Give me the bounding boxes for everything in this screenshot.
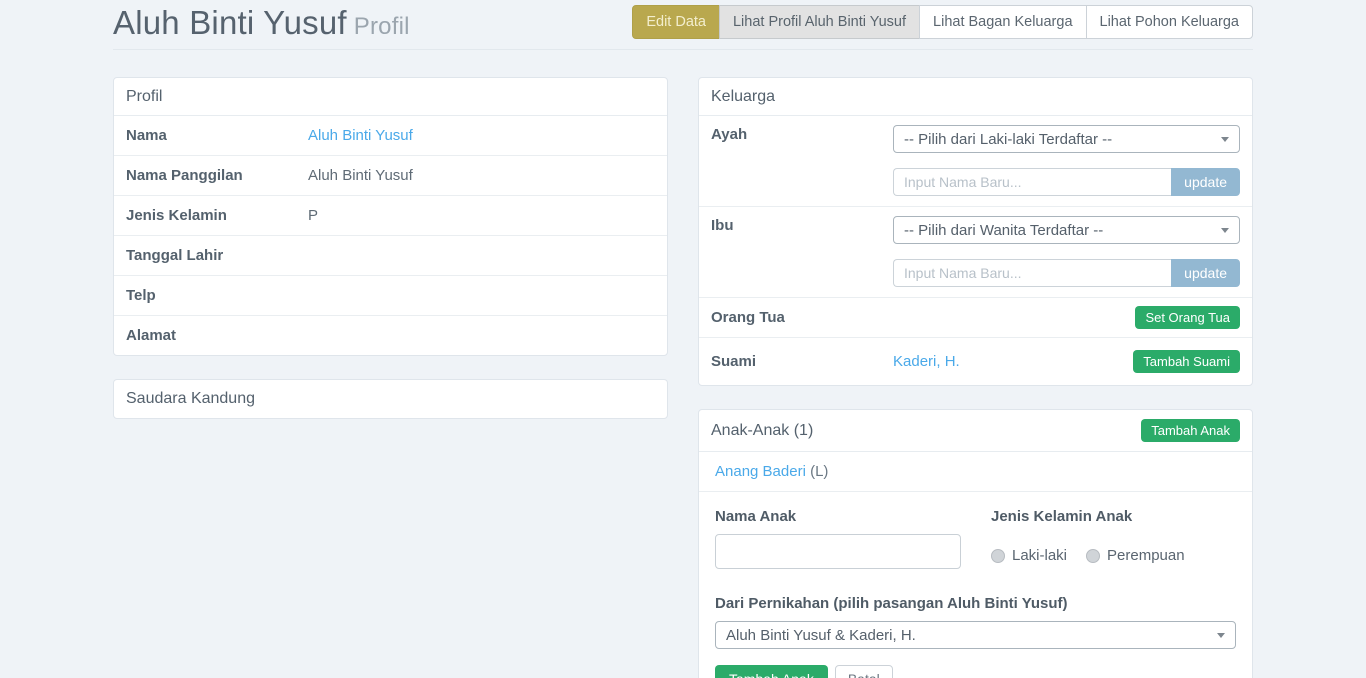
person-name-title: Aluh Binti Yusuf xyxy=(113,4,347,41)
table-row: Jenis Kelamin P xyxy=(114,196,667,236)
radio-perempuan[interactable]: Perempuan xyxy=(1086,547,1185,564)
gender-radio-group: Laki-laki Perempuan xyxy=(991,547,1185,564)
orang-tua-label: Orang Tua xyxy=(711,308,893,327)
nama-value-link[interactable]: Aluh Binti Yusuf xyxy=(308,127,413,144)
ibu-update-button[interactable]: update xyxy=(1171,259,1240,287)
suami-row: Suami Kaderi, H. Tambah Suami xyxy=(699,338,1252,385)
profil-card-header: Profil xyxy=(114,78,667,116)
nama-anak-label: Nama Anak xyxy=(715,508,961,525)
nama-anak-input[interactable] xyxy=(715,534,961,569)
ayah-update-button[interactable]: update xyxy=(1171,168,1240,196)
ayah-label: Ayah xyxy=(711,125,893,144)
radio-laki-laki-label[interactable]: Laki-laki xyxy=(1012,547,1067,564)
table-row: Nama Aluh Binti Yusuf xyxy=(114,116,667,156)
dari-pernikahan-label: Dari Pernikahan (pilih pasangan Aluh Bin… xyxy=(715,595,1236,612)
radio-perempuan-label[interactable]: Perempuan xyxy=(1107,547,1185,564)
tambah-anak-header-button[interactable]: Tambah Anak xyxy=(1141,419,1240,442)
table-row: Tanggal Lahir xyxy=(114,236,667,276)
set-orang-tua-button[interactable]: Set Orang Tua xyxy=(1135,306,1240,329)
keluarga-card: Keluarga Ayah -- Pilih dari Laki-laki Te… xyxy=(698,77,1253,386)
ayah-name-input[interactable] xyxy=(893,168,1171,196)
ayah-select-value: -- Pilih dari Laki-laki Terdaftar -- xyxy=(904,131,1112,148)
child-list-item: Anang Baderi (L) xyxy=(699,452,1252,492)
lihat-bagan-keluarga-button[interactable]: Lihat Bagan Keluarga xyxy=(919,5,1086,39)
saudara-kandung-card-title: Saudara Kandung xyxy=(114,380,667,418)
row-label: Telp xyxy=(126,286,308,305)
pernikahan-select-value: Aluh Binti Yusuf & Kaderi, H. xyxy=(726,627,916,644)
tambah-suami-button[interactable]: Tambah Suami xyxy=(1133,350,1240,373)
anak-anak-card: Anak-Anak (1) Tambah Anak Anang Baderi (… xyxy=(698,409,1253,678)
ibu-name-input[interactable] xyxy=(893,259,1171,287)
ibu-row: Ibu -- Pilih dari Wanita Terdaftar -- up… xyxy=(699,207,1252,298)
left-column: Profil Nama Aluh Binti Yusuf Nama Panggi… xyxy=(113,77,668,678)
row-label: Nama xyxy=(126,126,308,145)
chevron-down-icon xyxy=(1217,633,1225,638)
ayah-input-group: update xyxy=(893,168,1240,196)
ayah-select[interactable]: -- Pilih dari Laki-laki Terdaftar -- xyxy=(893,125,1240,153)
table-row: Alamat xyxy=(114,316,667,355)
suami-value-link[interactable]: Kaderi, H. xyxy=(893,353,960,370)
row-label: Tanggal Lahir xyxy=(126,246,308,265)
suami-label: Suami xyxy=(711,352,893,371)
page-subtitle: Profil xyxy=(354,13,410,40)
add-child-form: Nama Anak Jenis Kelamin Anak Laki-laki xyxy=(699,492,1252,678)
form-actions: Tambah Anak Batal xyxy=(715,665,1236,678)
page-header: Aluh Binti Yusuf Profil Edit Data Lihat P… xyxy=(113,0,1253,50)
row-value: P xyxy=(308,206,318,225)
batal-button[interactable]: Batal xyxy=(835,665,893,678)
header-nav-button-group: Edit Data Lihat Profil Aluh Binti Yusuf … xyxy=(632,5,1253,39)
row-value: Aluh Binti Yusuf xyxy=(308,166,413,185)
child-name-link[interactable]: Anang Baderi xyxy=(715,463,806,480)
row-label: Alamat xyxy=(126,326,308,345)
radio-laki-laki[interactable]: Laki-laki xyxy=(991,547,1067,564)
right-column: Keluarga Ayah -- Pilih dari Laki-laki Te… xyxy=(698,77,1253,678)
profil-card-title: Profil xyxy=(126,88,162,106)
saudara-kandung-card: Saudara Kandung xyxy=(113,379,668,419)
keluarga-card-header: Keluarga xyxy=(699,78,1252,116)
page-container: Aluh Binti Yusuf Profil Edit Data Lihat P… xyxy=(113,0,1253,678)
lihat-pohon-keluarga-button[interactable]: Lihat Pohon Keluarga xyxy=(1086,5,1253,39)
profil-card: Profil Nama Aluh Binti Yusuf Nama Panggi… xyxy=(113,77,668,356)
lihat-profil-button[interactable]: Lihat Profil Aluh Binti Yusuf xyxy=(719,5,920,39)
row-label: Nama Panggilan xyxy=(126,166,308,185)
ayah-row: Ayah -- Pilih dari Laki-laki Terdaftar -… xyxy=(699,116,1252,207)
ibu-input-group: update xyxy=(893,259,1240,287)
radio-button-icon[interactable] xyxy=(1086,549,1100,563)
pernikahan-select[interactable]: Aluh Binti Yusuf & Kaderi, H. xyxy=(715,621,1236,649)
jenis-kelamin-anak-label: Jenis Kelamin Anak xyxy=(991,508,1185,525)
radio-button-icon[interactable] xyxy=(991,549,1005,563)
orang-tua-row: Orang Tua Set Orang Tua xyxy=(699,298,1252,338)
table-row: Nama Panggilan Aluh Binti Yusuf xyxy=(114,156,667,196)
child-gender-label: (L) xyxy=(810,463,828,480)
tambah-anak-submit-button[interactable]: Tambah Anak xyxy=(715,665,828,678)
row-label: Jenis Kelamin xyxy=(126,206,308,225)
edit-data-button[interactable]: Edit Data xyxy=(632,5,720,39)
main-content: Profil Nama Aluh Binti Yusuf Nama Panggi… xyxy=(113,77,1253,678)
ibu-select-value: -- Pilih dari Wanita Terdaftar -- xyxy=(904,222,1103,239)
keluarga-card-title: Keluarga xyxy=(711,88,775,106)
anak-anak-card-header: Anak-Anak (1) Tambah Anak xyxy=(699,410,1252,452)
anak-anak-card-title: Anak-Anak (1) xyxy=(711,422,813,440)
chevron-down-icon xyxy=(1221,137,1229,142)
ibu-select[interactable]: -- Pilih dari Wanita Terdaftar -- xyxy=(893,216,1240,244)
table-row: Telp xyxy=(114,276,667,316)
chevron-down-icon xyxy=(1221,228,1229,233)
ibu-label: Ibu xyxy=(711,216,893,235)
